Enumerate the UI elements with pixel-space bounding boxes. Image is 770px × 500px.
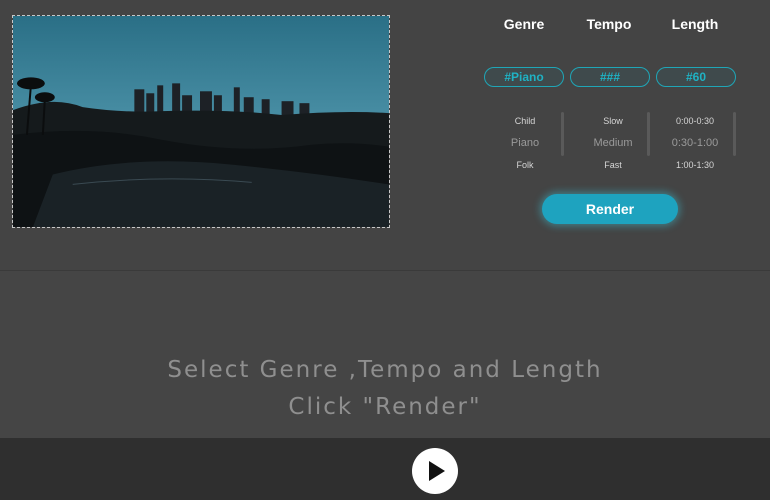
genre-tag[interactable]: #Piano: [484, 67, 564, 87]
tempo-header: Tempo: [586, 16, 632, 32]
tempo-picker[interactable]: Slow Medium Fast: [568, 114, 658, 180]
genre-option-selected[interactable]: Piano: [480, 136, 570, 158]
render-button[interactable]: Render: [542, 194, 678, 224]
genre-picker[interactable]: Child Piano Folk: [480, 114, 570, 180]
tempo-option-selected[interactable]: Medium: [568, 136, 658, 158]
genre-scrollbar[interactable]: [561, 112, 564, 156]
city-skyline-image: [13, 16, 389, 227]
tempo-option[interactable]: Slow: [568, 114, 658, 136]
genre-option[interactable]: Folk: [480, 158, 570, 180]
length-tag[interactable]: #60: [656, 67, 736, 87]
player-bar: [0, 438, 770, 500]
length-header: Length: [671, 16, 719, 32]
panel-divider: [0, 270, 770, 271]
tempo-option[interactable]: Fast: [568, 158, 658, 180]
length-option[interactable]: 1:00-1:30: [650, 158, 740, 180]
instruction-line-1: Select Genre ,Tempo and Length: [167, 357, 603, 383]
length-scrollbar[interactable]: [733, 112, 736, 156]
length-option-selected[interactable]: 0:30-1:00: [650, 136, 740, 158]
genre-option[interactable]: Child: [480, 114, 570, 136]
play-icon: [429, 461, 445, 481]
instruction-line-2: Click "Render": [288, 394, 482, 420]
media-preview[interactable]: [12, 15, 390, 228]
play-button[interactable]: [412, 448, 458, 494]
length-option[interactable]: 0:00-0:30: [650, 114, 740, 136]
genre-header: Genre: [503, 16, 545, 32]
tempo-tag[interactable]: ###: [570, 67, 650, 87]
length-picker[interactable]: 0:00-0:30 0:30-1:00 1:00-1:30: [650, 114, 740, 180]
